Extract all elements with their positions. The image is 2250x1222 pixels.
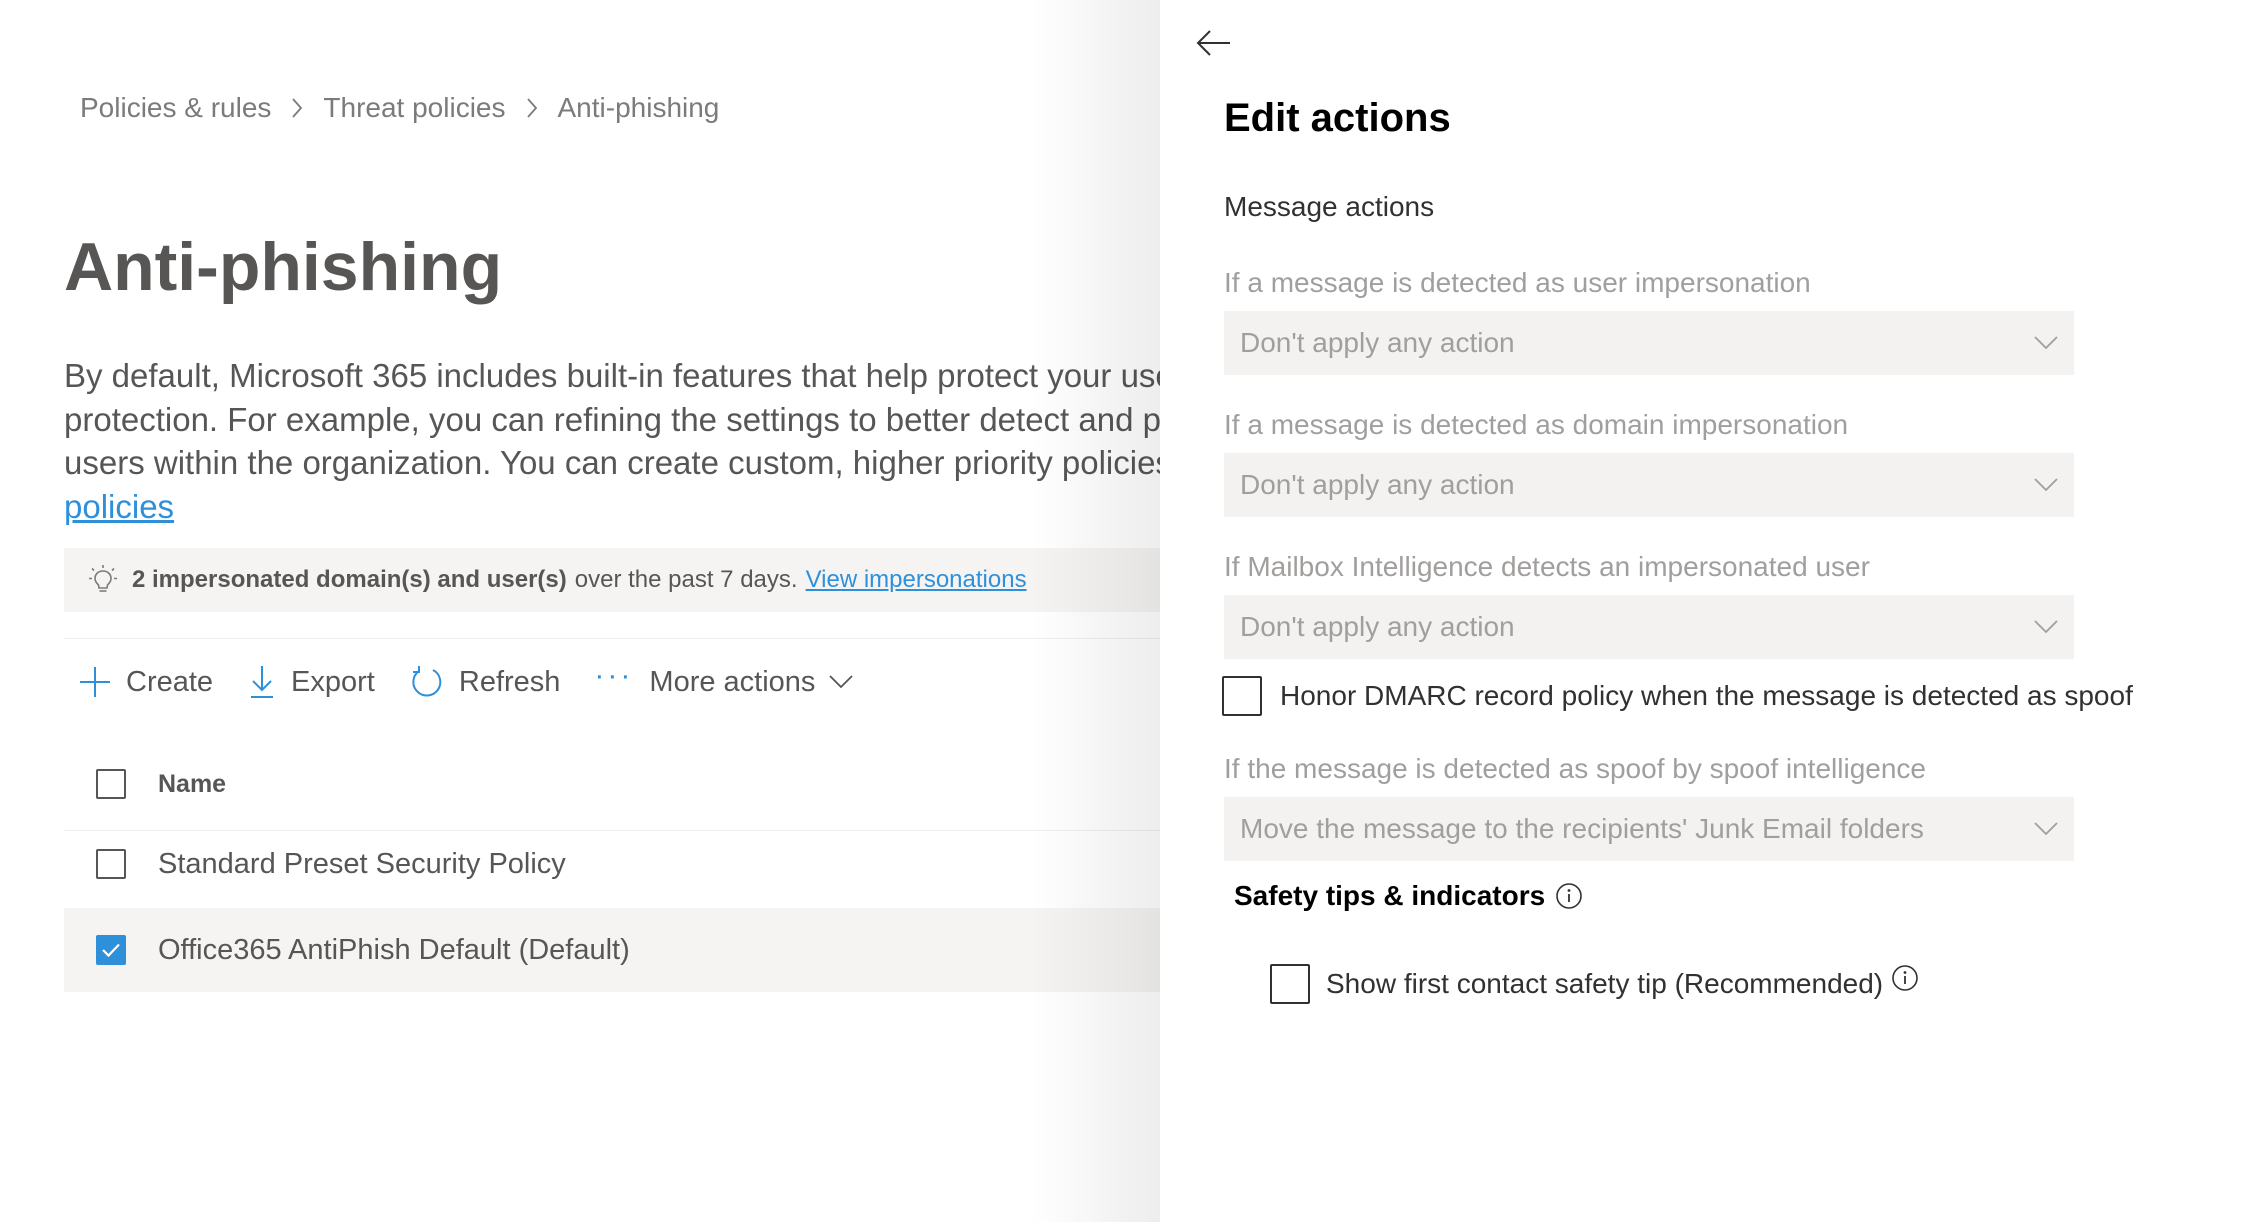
- policies-link[interactable]: policies: [64, 488, 174, 525]
- info-icon[interactable]: [1555, 882, 1583, 910]
- divider: [64, 638, 1264, 639]
- breadcrumb-item-anti-phishing: Anti-phishing: [557, 92, 720, 123]
- spoof-intelligence-dropdown[interactable]: Move the message to the recipients' Junk…: [1224, 797, 2074, 861]
- refresh-icon: [412, 666, 442, 697]
- row-checkbox[interactable]: [96, 849, 126, 879]
- view-impersonations-link[interactable]: View impersonations: [806, 566, 1027, 594]
- impersonation-count: 2 impersonated domain(s) and user(s): [132, 566, 567, 593]
- page-title: Anti-phishing: [64, 229, 503, 305]
- mailbox-intelligence-label: If Mailbox Intelligence detects an imper…: [1224, 551, 1870, 582]
- divider: [64, 830, 1264, 831]
- more-actions-label: More actions: [649, 665, 816, 698]
- mailbox-intelligence-dropdown[interactable]: Don't apply any action: [1224, 595, 2074, 659]
- breadcrumb-item-threat-policies[interactable]: Threat policies: [323, 92, 505, 124]
- edit-actions-panel: Edit actions Message actions If a messag…: [1160, 0, 2250, 1222]
- dropdown-value: Don't apply any action: [1240, 611, 1515, 642]
- honor-dmarc-label: Honor DMARC record policy when the messa…: [1280, 680, 2133, 711]
- column-header-name[interactable]: Name: [158, 770, 226, 799]
- create-button[interactable]: Create: [78, 665, 213, 699]
- checkmark-icon: [102, 943, 120, 958]
- table-row-selected[interactable]: Office365 AntiPhish Default (Default): [64, 908, 1314, 992]
- first-contact-label: Show first contact safety tip (Recommend…: [1326, 968, 1884, 999]
- dropdown-value: Don't apply any action: [1240, 327, 1515, 358]
- impersonation-period: over the past 7 days.: [574, 566, 798, 593]
- chevron-down-icon: [829, 675, 854, 689]
- chevron-right-icon: [271, 97, 323, 119]
- chevron-down-icon: [2034, 336, 2058, 350]
- download-icon: [251, 666, 274, 698]
- plus-icon: [80, 667, 110, 697]
- more-actions-button[interactable]: ··· More actions: [594, 659, 854, 699]
- dropdown-value: Don't apply any action: [1240, 469, 1515, 500]
- policy-name[interactable]: Office365 AntiPhish Default (Default): [158, 934, 630, 967]
- table-header-row: Name: [64, 752, 1314, 816]
- chevron-down-icon: [2034, 620, 2058, 634]
- safety-tips-heading: Safety tips & indicators: [1234, 880, 1583, 912]
- table-row[interactable]: Standard Preset Security Policy: [64, 832, 1314, 896]
- domain-impersonation-label: If a message is detected as domain imper…: [1224, 409, 1849, 440]
- export-button[interactable]: Export: [247, 664, 375, 700]
- breadcrumb: Policies & rules Threat policies Anti-ph…: [80, 92, 719, 124]
- refresh-label: Refresh: [458, 665, 561, 698]
- honor-dmarc-checkbox[interactable]: [1222, 676, 1262, 716]
- lightbulb-icon: [88, 564, 118, 596]
- breadcrumb-item-policies-rules[interactable]: Policies & rules: [80, 92, 271, 124]
- more-icon: ···: [594, 659, 634, 692]
- panel-title: Edit actions: [1224, 96, 1451, 140]
- user-impersonation-dropdown[interactable]: Don't apply any action: [1224, 311, 2074, 375]
- chevron-right-icon: [506, 97, 558, 119]
- policy-name[interactable]: Standard Preset Security Policy: [158, 848, 566, 881]
- first-contact-checkbox-row[interactable]: Show first contact safety tip (Recommend…: [1270, 964, 1919, 1004]
- chevron-down-icon: [2034, 478, 2058, 492]
- honor-dmarc-checkbox-row[interactable]: Honor DMARC record policy when the messa…: [1222, 676, 2133, 716]
- back-button[interactable]: [1186, 22, 1242, 64]
- arrow-left-icon: [1196, 30, 1230, 56]
- row-checkbox-checked[interactable]: [96, 935, 126, 965]
- command-bar: Create Export Refresh ··· More actions: [78, 659, 887, 704]
- first-contact-checkbox[interactable]: [1270, 964, 1310, 1004]
- chevron-down-icon: [2034, 822, 2058, 836]
- domain-impersonation-dropdown[interactable]: Don't apply any action: [1224, 453, 2074, 517]
- user-impersonation-label: If a message is detected as user imperso…: [1224, 267, 1811, 298]
- export-label: Export: [291, 665, 375, 698]
- section-message-actions: Message actions: [1224, 191, 1435, 222]
- create-label: Create: [126, 665, 214, 698]
- impersonation-info-bar: 2 impersonated domain(s) and user(s) ove…: [64, 548, 1314, 612]
- spoof-intelligence-label: If the message is detected as spoof by s…: [1224, 753, 1926, 784]
- select-all-checkbox[interactable]: [96, 769, 126, 799]
- safety-tips-label: Safety tips & indicators: [1234, 880, 1546, 911]
- refresh-button[interactable]: Refresh: [409, 664, 561, 700]
- info-icon[interactable]: [1891, 964, 1919, 992]
- dropdown-value: Move the message to the recipients' Junk…: [1240, 813, 1924, 844]
